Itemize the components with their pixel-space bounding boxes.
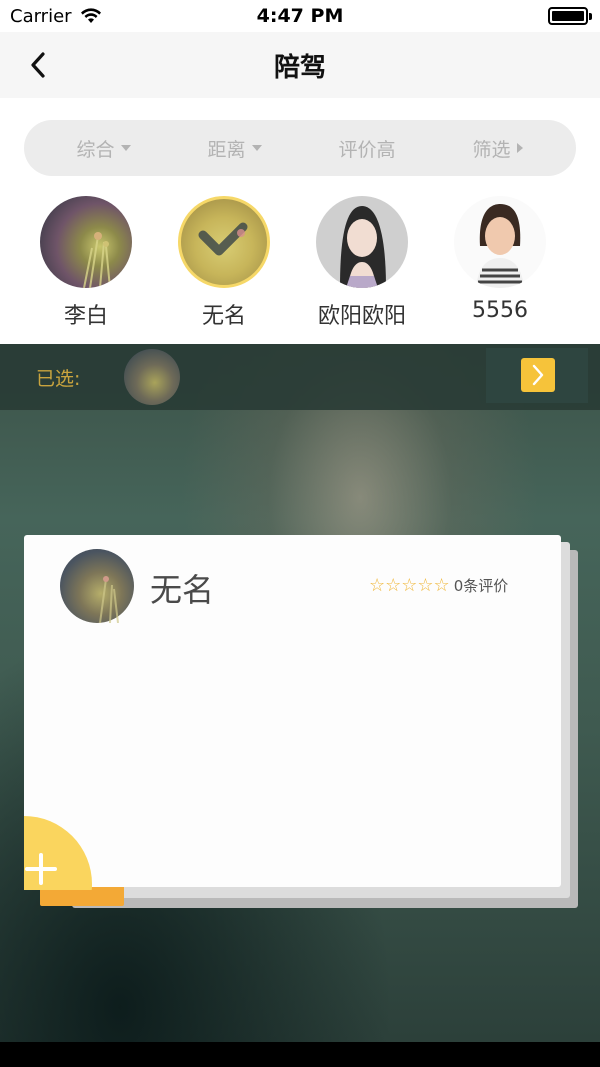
avatar-image: [340, 206, 386, 288]
chevron-right-icon: [532, 364, 544, 386]
status-bar: Carrier 4:47 PM: [0, 0, 600, 32]
caret-down-icon: [251, 144, 262, 151]
carrier-label: Carrier: [10, 5, 72, 27]
filter-more[interactable]: 筛选: [472, 135, 523, 162]
filter-rating[interactable]: 评价高: [338, 135, 395, 162]
avatar: [454, 196, 546, 288]
coach-item-wuming[interactable]: 无名: [178, 178, 316, 344]
coach-name: 欧阳欧阳: [317, 304, 406, 329]
filter-bar: 综合 距离 评价高 筛选: [24, 120, 576, 176]
filter-label: 筛选: [472, 138, 511, 161]
coach-name: 李白: [63, 304, 108, 329]
wifi-icon: [80, 8, 101, 23]
back-button[interactable]: [18, 45, 58, 85]
coach-name: 无名: [201, 304, 246, 329]
checkmark-icon: [198, 222, 248, 256]
coach-item-libai[interactable]: 李白: [40, 178, 178, 344]
coach-item-ouyang[interactable]: 欧阳欧阳: [316, 178, 454, 344]
avatar-image: [83, 232, 111, 288]
star-rating: ☆☆☆☆☆: [369, 574, 450, 596]
avatar: [178, 196, 270, 288]
coach-item-5556[interactable]: 5556: [454, 178, 592, 344]
coach-name: 5556: [472, 298, 528, 323]
bottom-bar: [0, 1042, 600, 1067]
card-coach-name: 无名: [150, 571, 215, 609]
plus-icon: [25, 853, 57, 885]
review-count: 0条评价: [453, 577, 509, 595]
next-button[interactable]: [521, 358, 555, 392]
filter-label: 综合: [76, 138, 115, 161]
nav-bar: 陪驾: [0, 32, 600, 98]
filter-distance[interactable]: 距离: [207, 135, 262, 162]
selected-avatar[interactable]: [124, 349, 180, 405]
avatar: [60, 549, 134, 624]
chevron-left-icon: [31, 52, 45, 78]
rating: ☆☆☆☆☆ 0条评价: [369, 575, 508, 596]
page-title: 陪驾: [273, 52, 326, 83]
status-left: Carrier: [10, 6, 102, 27]
avatar: [40, 196, 132, 288]
filter-label: 距离: [207, 138, 246, 161]
avatar: [316, 196, 408, 288]
selected-label: 已选:: [36, 368, 81, 390]
avatar-image: [476, 204, 524, 288]
filter-comprehensive[interactable]: 综合: [76, 135, 131, 162]
caret-down-icon: [120, 144, 131, 151]
coach-card[interactable]: 无名 ☆☆☆☆☆ 0条评价: [24, 535, 561, 887]
filter-section: 综合 距离 评价高 筛选: [0, 98, 600, 178]
caret-right-icon: [516, 143, 523, 153]
battery-icon: [548, 7, 592, 25]
filter-label: 评价高: [338, 138, 396, 161]
coach-list: 李白 无名 欧阳欧阳 5556: [0, 178, 600, 344]
